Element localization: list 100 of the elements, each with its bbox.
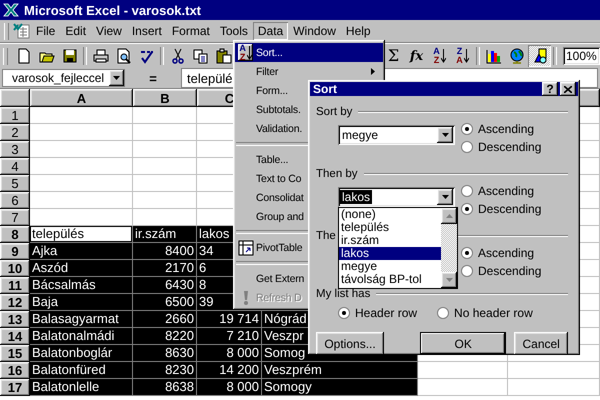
- radio-label[interactable]: Ascending: [478, 122, 534, 136]
- dropdown-field[interactable]: megye: [338, 125, 455, 145]
- menu-item[interactable]: Edit: [60, 22, 92, 40]
- caret-icon: [442, 133, 448, 137]
- table-cell: [133, 209, 197, 226]
- name-box[interactable]: varosok_fejleccel: [2, 69, 125, 87]
- row-header[interactable]: 13: [0, 311, 30, 328]
- bar-chart-icon[interactable]: [486, 48, 502, 64]
- radio-button[interactable]: [461, 123, 473, 135]
- dialog-button[interactable]: Options...: [316, 332, 384, 355]
- column-header[interactable]: A: [30, 89, 133, 107]
- printer-icon[interactable]: [92, 48, 108, 64]
- radio-button[interactable]: [461, 141, 473, 153]
- table-cell: 8220: [133, 328, 197, 345]
- help-button[interactable]: ?: [542, 82, 558, 96]
- clipboard-icon[interactable]: [216, 48, 232, 64]
- table-cell: Ajka: [30, 243, 133, 260]
- row-header[interactable]: 4: [0, 158, 30, 175]
- sort-ascending-button[interactable]: A Z: [428, 45, 451, 67]
- select-all-button[interactable]: [0, 89, 30, 107]
- table-cell: Aszód: [30, 260, 133, 277]
- row-header[interactable]: 8: [0, 226, 30, 243]
- dropdown-button[interactable]: [437, 127, 453, 143]
- row-header[interactable]: 2: [0, 124, 30, 141]
- table-cell: [133, 192, 197, 209]
- row-header[interactable]: 9: [0, 243, 30, 260]
- zoom-field[interactable]: 100%: [563, 47, 600, 65]
- row-header[interactable]: 3: [0, 141, 30, 158]
- radio-label[interactable]: Descending: [478, 140, 542, 154]
- table-cell: Balatonfüred: [30, 362, 133, 379]
- down-arrow-icon: [440, 49, 446, 63]
- dialog-button[interactable]: OK: [420, 332, 506, 355]
- row-header[interactable]: 15: [0, 345, 30, 362]
- table-cell: 8 000: [197, 345, 262, 362]
- row-header[interactable]: 16: [0, 362, 30, 379]
- equals-sign: =: [148, 70, 158, 86]
- function-button[interactable]: fx: [405, 45, 428, 67]
- menu-item[interactable]: Consolidat: [235, 188, 304, 207]
- globe-icon[interactable]: [508, 48, 524, 64]
- caret-icon: [446, 214, 452, 218]
- radio-button[interactable]: [461, 185, 473, 197]
- scrollbar[interactable]: [441, 208, 457, 288]
- radio-label[interactable]: Ascending: [478, 184, 534, 198]
- new-file-icon[interactable]: [16, 48, 32, 64]
- row-header[interactable]: 14: [0, 328, 30, 345]
- autosum-button[interactable]: Σ: [382, 45, 405, 67]
- group-label: The: [316, 230, 336, 242]
- dropdown-field[interactable]: lakos: [338, 187, 455, 207]
- menu-item[interactable]: Table...: [235, 150, 288, 169]
- menu-item[interactable]: Data: [252, 22, 288, 40]
- menu-item[interactable]: Window: [288, 22, 341, 40]
- sort-descending-button[interactable]: Z A: [451, 45, 474, 67]
- menu-item[interactable]: Insert: [126, 22, 167, 40]
- down-arrow-icon: [464, 49, 469, 63]
- table-cell: [133, 158, 197, 175]
- radio-button[interactable]: [461, 203, 473, 215]
- row-header[interactable]: 6: [0, 192, 30, 209]
- radio-label[interactable]: No header row: [454, 306, 533, 320]
- group-label: Sort by: [316, 106, 352, 118]
- copy-icon[interactable]: [192, 48, 208, 64]
- table-cell: 6500: [133, 294, 197, 311]
- menu-item[interactable]: Tools: [214, 22, 253, 40]
- row-header[interactable]: 5: [0, 175, 30, 192]
- menu-item[interactable]: View: [91, 22, 127, 40]
- print-preview-icon[interactable]: [116, 48, 132, 64]
- menu-item[interactable]: Validation.: [235, 119, 302, 138]
- dialog-button[interactable]: Cancel: [514, 332, 568, 355]
- radio-button[interactable]: [461, 265, 473, 277]
- row-header[interactable]: 17: [0, 379, 30, 396]
- table-cell: 8 000: [197, 379, 262, 396]
- radio-label[interactable]: Descending: [478, 202, 542, 216]
- row-header[interactable]: 7: [0, 209, 30, 226]
- row-header[interactable]: 12: [0, 294, 30, 311]
- menu-item[interactable]: Filter: [235, 62, 383, 81]
- menu-item[interactable]: Help: [340, 22, 376, 40]
- dropdown-button[interactable]: [437, 189, 453, 205]
- row-header[interactable]: 10: [0, 260, 30, 277]
- table-cell: Balatonboglár: [30, 345, 133, 362]
- menu-item[interactable]: Group and: [235, 207, 304, 226]
- drawing-shapes-icon[interactable]: [532, 48, 548, 64]
- radio-label[interactable]: Descending: [478, 264, 542, 278]
- list-option[interactable]: lakos: [339, 247, 441, 260]
- row-header[interactable]: 1: [0, 107, 30, 124]
- column-header[interactable]: B: [133, 89, 197, 107]
- close-button[interactable]: [560, 82, 576, 96]
- scissors-icon[interactable]: [170, 48, 186, 64]
- spellcheck-icon[interactable]: [138, 48, 154, 64]
- radio-label[interactable]: Ascending: [478, 246, 534, 260]
- table-cell: Balatonalmádi: [30, 328, 133, 345]
- row-header[interactable]: 11: [0, 277, 30, 294]
- radio-button[interactable]: [338, 307, 350, 319]
- menu-item[interactable]: File: [31, 22, 60, 40]
- menu-item[interactable]: Format: [166, 22, 215, 40]
- table-cell: 8638: [133, 379, 197, 396]
- radio-button[interactable]: [461, 247, 473, 259]
- menu-item[interactable]: Text to Co: [235, 169, 302, 188]
- radio-button[interactable]: [437, 307, 450, 319]
- menu-item[interactable]: A Z Sort...: [235, 43, 383, 62]
- dropdown-button[interactable]: [109, 70, 124, 86]
- pivot-table-icon: [238, 240, 254, 256]
